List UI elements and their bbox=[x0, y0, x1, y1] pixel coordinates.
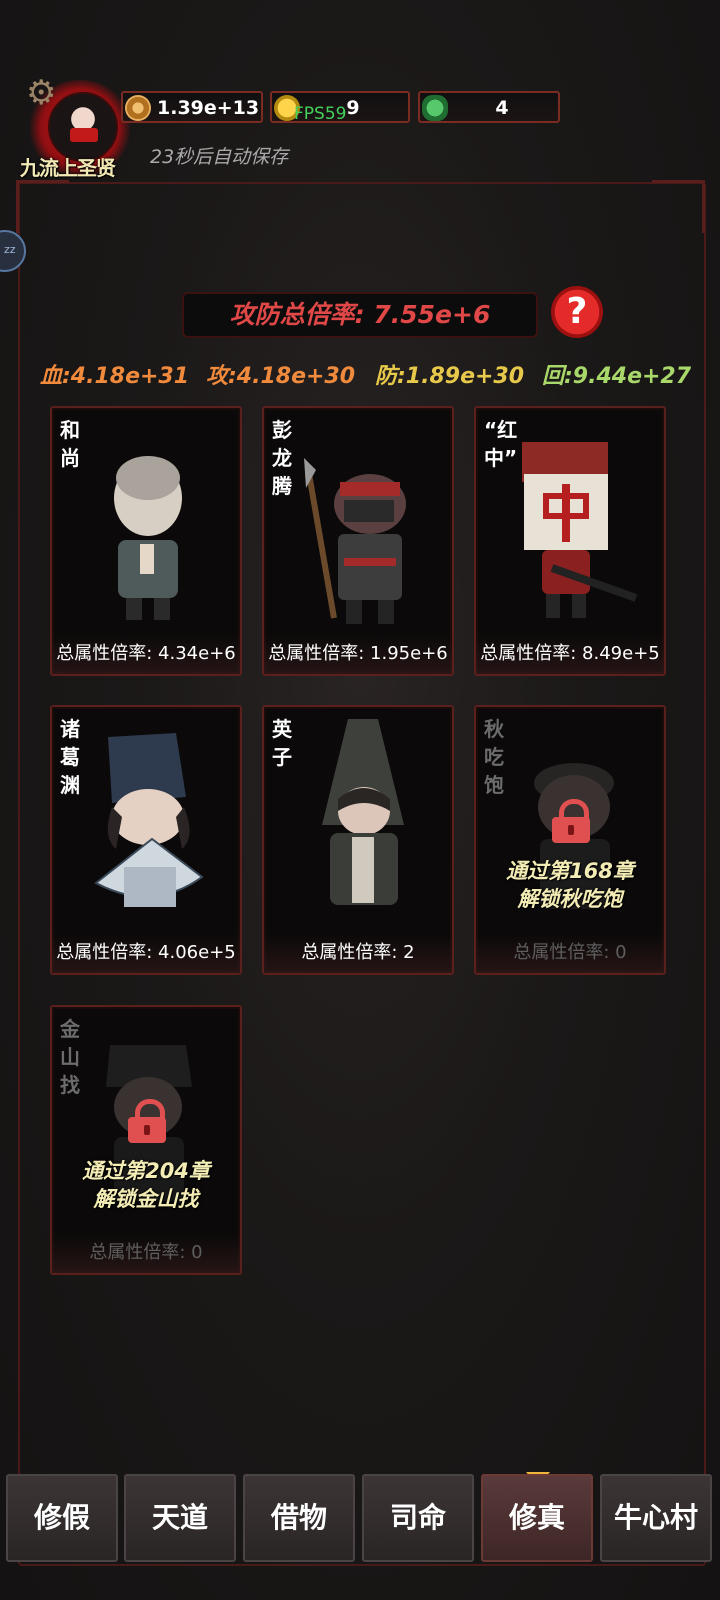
character-name: 英子 bbox=[272, 717, 292, 769]
fps-counter: FPS59 bbox=[294, 104, 347, 124]
jade-icon bbox=[422, 95, 448, 121]
stat-hp: 血:4.18e+31 bbox=[40, 364, 190, 389]
character-multiplier: 总属性倍率: 1.95e+6 bbox=[264, 634, 452, 674]
monk-figure bbox=[114, 456, 182, 620]
warrior-figure bbox=[304, 458, 406, 624]
stat-defense: 防:1.89e+30 bbox=[375, 364, 525, 389]
tab-siming[interactable]: 司命 bbox=[362, 1474, 474, 1562]
rank-title: 九流上圣贤 bbox=[20, 156, 116, 180]
character-multiplier: 总属性倍率: 4.06e+5 bbox=[52, 933, 240, 973]
mahjong-head-figure bbox=[522, 442, 638, 618]
character-card-peng-longteng[interactable]: 彭龙腾 总属性倍率: 1.95e+6 bbox=[262, 406, 454, 676]
character-name: “红中” bbox=[484, 418, 518, 470]
scholar-figure bbox=[94, 733, 204, 907]
help-button[interactable]: ? bbox=[551, 286, 603, 338]
copper-coin-counter: 1.39e+13 bbox=[121, 91, 263, 123]
frame-corner bbox=[16, 180, 69, 233]
character-card-hongzhong[interactable]: “红中” 总属性倍率: 8.49e+5 bbox=[474, 406, 666, 676]
character-card-zhuge-yuan[interactable]: 诸葛渊 总属性倍率: 4.06e+5 bbox=[50, 705, 242, 975]
character-card-qiu-chibao-locked[interactable]: 秋吃饱 通过第168章 解锁秋吃饱 总属性倍率: 0 bbox=[474, 705, 666, 975]
total-multiplier-box: 攻防总倍率: 7.55e+6 bbox=[182, 292, 538, 338]
stat-regen: 回:9.44e+27 bbox=[542, 364, 692, 389]
tab-tiandao[interactable]: 天道 bbox=[124, 1474, 236, 1562]
stat-attack: 攻:4.18e+30 bbox=[206, 364, 356, 389]
gear-icon[interactable]: ⚙ bbox=[26, 76, 56, 110]
character-multiplier: 总属性倍率: 0 bbox=[52, 1233, 240, 1273]
character-multiplier: 总属性倍率: 8.49e+5 bbox=[476, 634, 664, 674]
tab-niuxincun[interactable]: 牛心村 bbox=[600, 1474, 712, 1562]
tab-xiuzhen[interactable]: 修真 bbox=[481, 1474, 593, 1562]
tab-jiewu[interactable]: 借物 bbox=[243, 1474, 355, 1562]
total-multiplier-label: 攻防总倍率: 7.55e+6 bbox=[229, 300, 491, 329]
character-name: 金山找 bbox=[60, 1017, 80, 1097]
character-name: 和尚 bbox=[60, 418, 80, 470]
lock-icon bbox=[128, 1099, 166, 1143]
copper-coin-icon bbox=[125, 95, 151, 121]
lock-icon bbox=[552, 799, 590, 843]
hooded-girl-figure bbox=[322, 719, 404, 905]
unlock-condition: 通过第168章 解锁秋吃饱 bbox=[506, 859, 634, 911]
character-multiplier: 总属性倍率: 0 bbox=[476, 933, 664, 973]
character-card-monk[interactable]: 和尚 总属性倍率: 4.34e+6 bbox=[50, 406, 242, 676]
frame-corner bbox=[652, 180, 705, 233]
character-name: 秋吃饱 bbox=[484, 717, 504, 797]
character-card-yingzi[interactable]: 英子 总属性倍率: 2 bbox=[262, 705, 454, 975]
character-name: 诸葛渊 bbox=[60, 717, 80, 797]
character-card-jin-shanzhao-locked[interactable]: 金山找 通过第204章 解锁金山找 总属性倍率: 0 bbox=[50, 1005, 242, 1275]
unlock-condition: 通过第204章 解锁金山找 bbox=[82, 1159, 210, 1211]
tab-xiujia[interactable]: 修假 bbox=[6, 1474, 118, 1562]
character-multiplier: 总属性倍率: 4.34e+6 bbox=[52, 634, 240, 674]
jade-counter: 4 bbox=[418, 91, 560, 123]
character-multiplier: 总属性倍率: 2 bbox=[264, 933, 452, 973]
autosave-status: 23秒后自动保存 bbox=[150, 146, 289, 168]
